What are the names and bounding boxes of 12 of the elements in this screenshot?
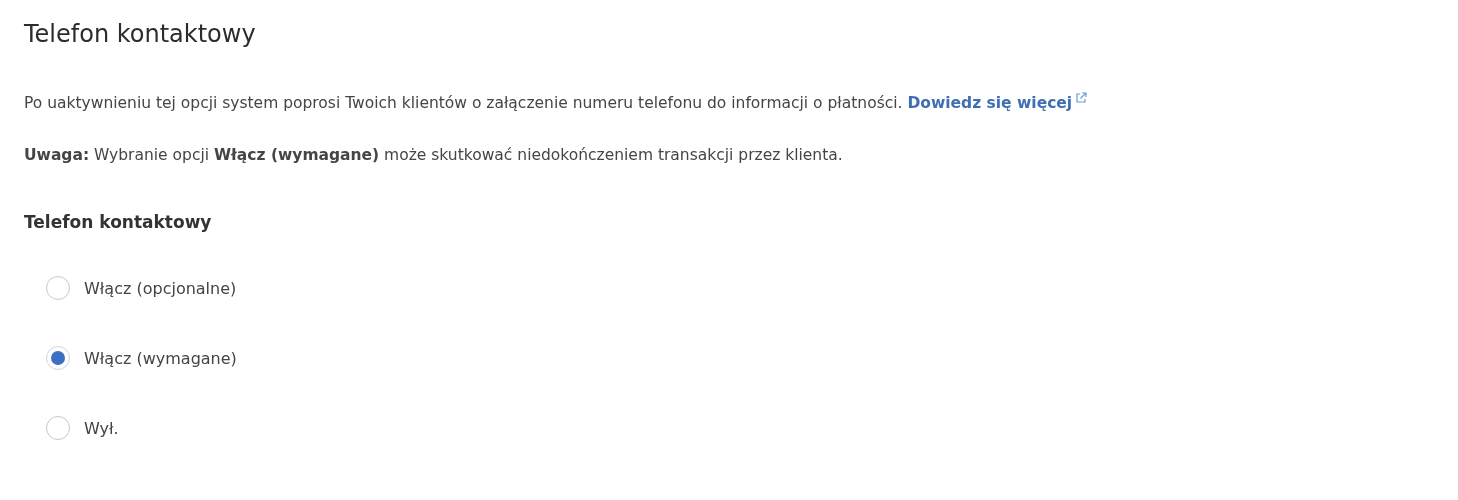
radio-button[interactable] (46, 276, 70, 300)
section-title: Telefon kontaktowy (24, 20, 257, 48)
learn-more-link[interactable]: Dowiedz się więcej (907, 94, 1088, 112)
radio-button[interactable] (46, 416, 70, 440)
external-link-icon (1075, 92, 1088, 104)
radio-button[interactable] (46, 346, 70, 370)
radio-option[interactable]: Włącz (opcjonalne) (46, 276, 1434, 300)
field-label: Telefon kontaktowy (24, 212, 213, 232)
warning-note: Uwaga: Wybranie opcji Włącz (wymagane) może skutkować niedokończeniem transakcji przez klienta. (24, 146, 844, 164)
radio-option[interactable]: Włącz (wymagane) (46, 346, 1434, 370)
intro-paragraph: Po uaktywnieniu tej opcji system poprosi Twoich klientów o załączenie numeru telefonu do informacji o płatności. Dowiedz się więcej (24, 92, 1434, 112)
radio-option[interactable]: Wył. (46, 416, 1434, 440)
